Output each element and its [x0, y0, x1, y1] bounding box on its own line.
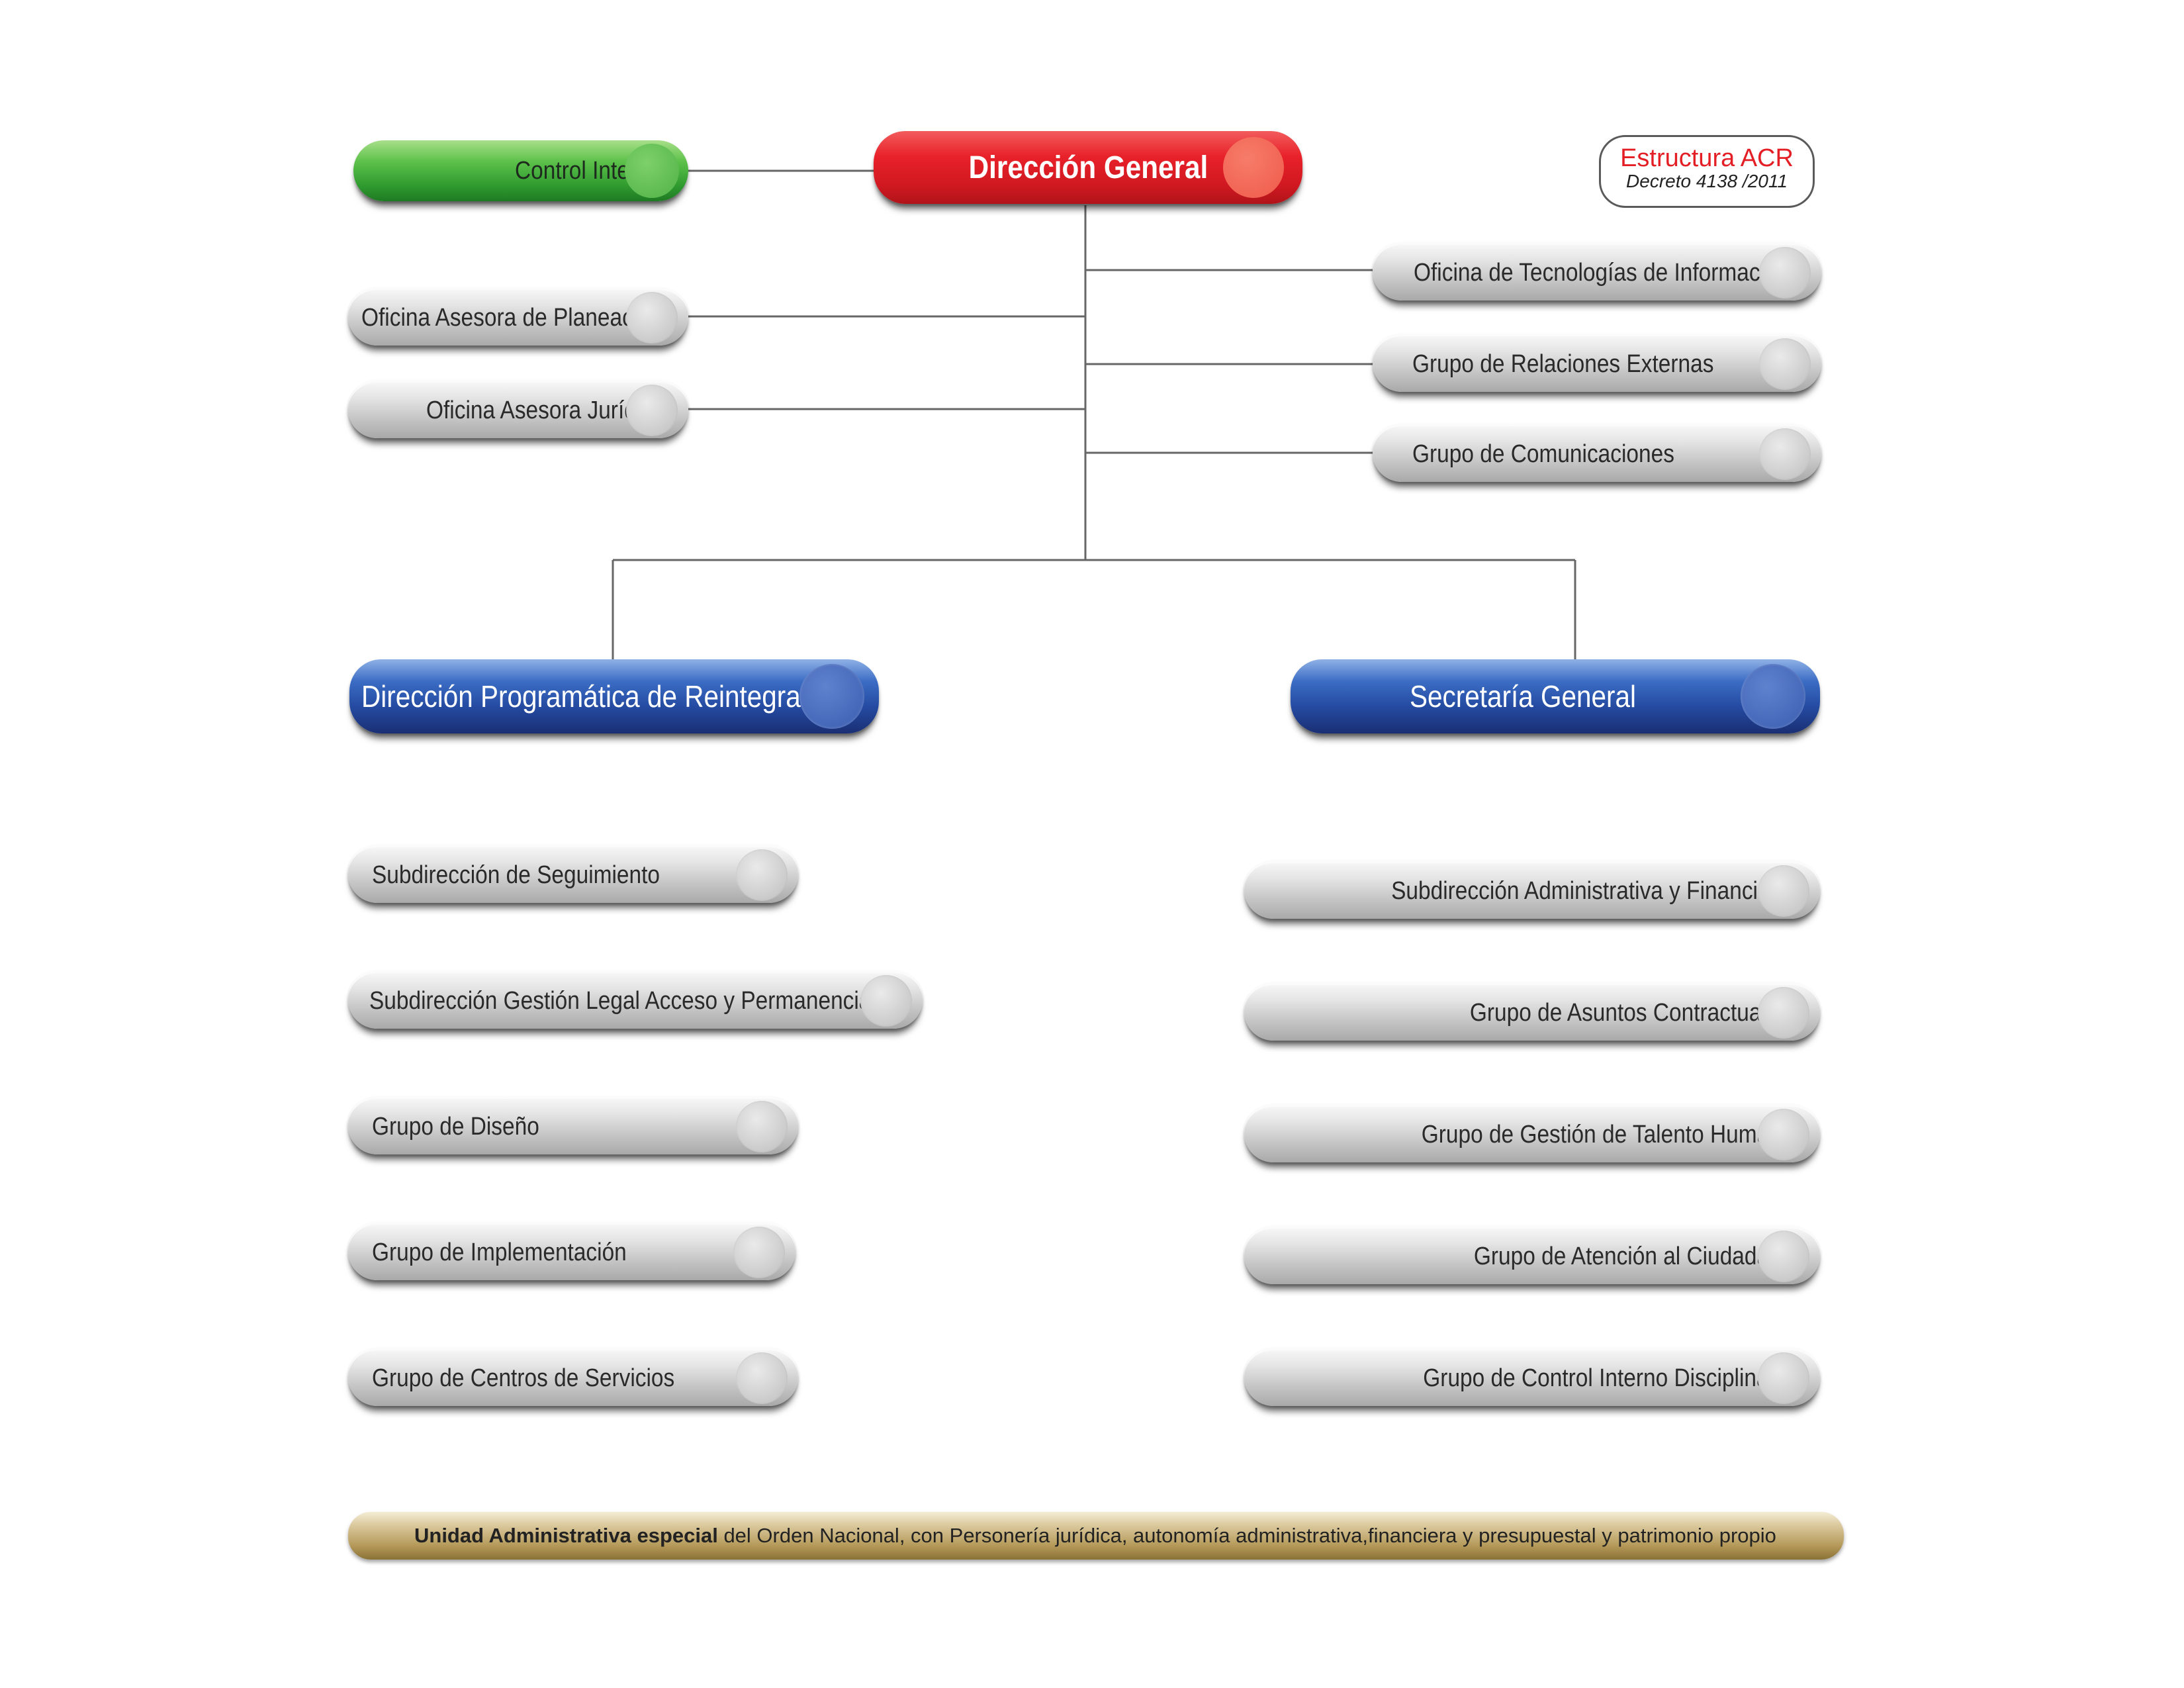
pill-knob-icon — [626, 385, 678, 436]
pill-knob-icon — [733, 1227, 785, 1278]
node-juridica: Oficina Asesora Jurídica — [348, 380, 688, 438]
pill-knob-icon — [799, 664, 864, 729]
pill-knob-icon — [1759, 247, 1811, 299]
pill-knob-icon — [736, 1101, 788, 1152]
pill-knob-icon — [1758, 987, 1809, 1039]
node-relaciones-externas: Grupo de Relaciones Externas — [1373, 334, 1821, 392]
pill-knob-icon — [1759, 338, 1811, 390]
node-label: Oficina de Tecnologías de Información — [1414, 258, 1790, 287]
footer-text: Unidad Administrativa especial del Orden… — [414, 1524, 1776, 1548]
node-grupo-implementacion: Grupo de Implementación — [348, 1222, 796, 1280]
node-label: Grupo de Centros de Servicios — [372, 1364, 675, 1392]
node-direccion-programatica: Dirección Programática de Reintegración — [349, 659, 879, 733]
structure-badge: Estructura ACR Decreto 4138 /2011 — [1599, 135, 1815, 208]
node-asuntos-contractuales: Grupo de Asuntos Contractuales — [1244, 982, 1820, 1041]
node-label: Dirección General — [968, 150, 1208, 185]
node-secretaria-general: Secretaría General — [1291, 659, 1820, 733]
node-talento-humano: Grupo de Gestión de Talento Humano — [1244, 1104, 1820, 1162]
node-grupo-centros-servicios: Grupo de Centros de Servicios — [348, 1348, 798, 1406]
node-label: Subdirección de Seguimiento — [372, 861, 660, 889]
pill-knob-icon — [1758, 1352, 1809, 1404]
node-atencion-ciudadano: Grupo de Atención al Ciudadano — [1244, 1226, 1820, 1284]
node-label: Oficina Asesora de Planeación — [361, 303, 663, 332]
pill-knob-icon — [860, 975, 912, 1027]
footer-band: Unidad Administrativa especial del Orden… — [348, 1512, 1844, 1560]
node-subdireccion-gestion-legal: Subdirección Gestión Legal Acceso y Perm… — [348, 970, 923, 1029]
node-label: Subdirección Gestión Legal Acceso y Perm… — [369, 986, 872, 1015]
node-label: Grupo de Gestión de Talento Humano — [1421, 1120, 1794, 1149]
node-label: Subdirección Administrativa y Financiera — [1390, 876, 1790, 905]
node-subdireccion-administrativa: Subdirección Administrativa y Financiera — [1244, 861, 1820, 919]
connector-lines — [612, 169, 1576, 659]
pill-knob-icon — [1223, 137, 1284, 198]
node-label: Grupo de Asuntos Contractuales — [1469, 998, 1790, 1027]
pill-knob-icon — [1758, 1109, 1809, 1160]
node-subdireccion-seguimiento: Subdirección de Seguimiento — [348, 845, 798, 903]
node-comunicaciones: Grupo de Comunicaciones — [1373, 424, 1821, 482]
badge-subtitle: Decreto 4138 /2011 — [1626, 171, 1788, 191]
node-label: Dirección Programática de Reintegración — [361, 679, 850, 714]
pill-knob-icon — [1741, 664, 1805, 729]
node-control-interno-disciplinario: Grupo de Control Interno Disciplinario — [1244, 1348, 1820, 1406]
footer-bold: Unidad Administrativa especial — [414, 1524, 718, 1547]
node-label: Grupo de Atención al Ciudadano — [1473, 1242, 1794, 1270]
node-control-interno: Control Interno — [353, 140, 688, 201]
pill-knob-icon — [1759, 428, 1811, 480]
node-label: Secretaría General — [1410, 679, 1637, 714]
node-label: Grupo de Implementación — [372, 1238, 627, 1266]
node-label: Grupo de Diseño — [372, 1112, 539, 1141]
pill-knob-icon — [1758, 865, 1809, 917]
node-planeacion: Oficina Asesora de Planeación — [348, 287, 688, 346]
node-grupo-diseno: Grupo de Diseño — [348, 1096, 798, 1154]
pill-knob-icon — [1758, 1231, 1809, 1282]
pill-knob-icon — [736, 1352, 788, 1404]
pill-knob-icon — [736, 849, 788, 901]
node-label: Grupo de Comunicaciones — [1412, 440, 1674, 468]
pill-knob-icon — [626, 292, 678, 344]
node-label: Grupo de Relaciones Externas — [1412, 350, 1714, 378]
node-label: Grupo de Control Interno Disciplinario — [1423, 1364, 1794, 1392]
badge-title: Estructura ACR — [1620, 144, 1794, 172]
node-tecnologias: Oficina de Tecnologías de Información — [1373, 242, 1821, 301]
pill-knob-icon — [625, 144, 679, 198]
footer-rest: del Orden Nacional, con Personería juríd… — [717, 1524, 1776, 1547]
node-direccion-general: Dirección General — [874, 131, 1302, 204]
